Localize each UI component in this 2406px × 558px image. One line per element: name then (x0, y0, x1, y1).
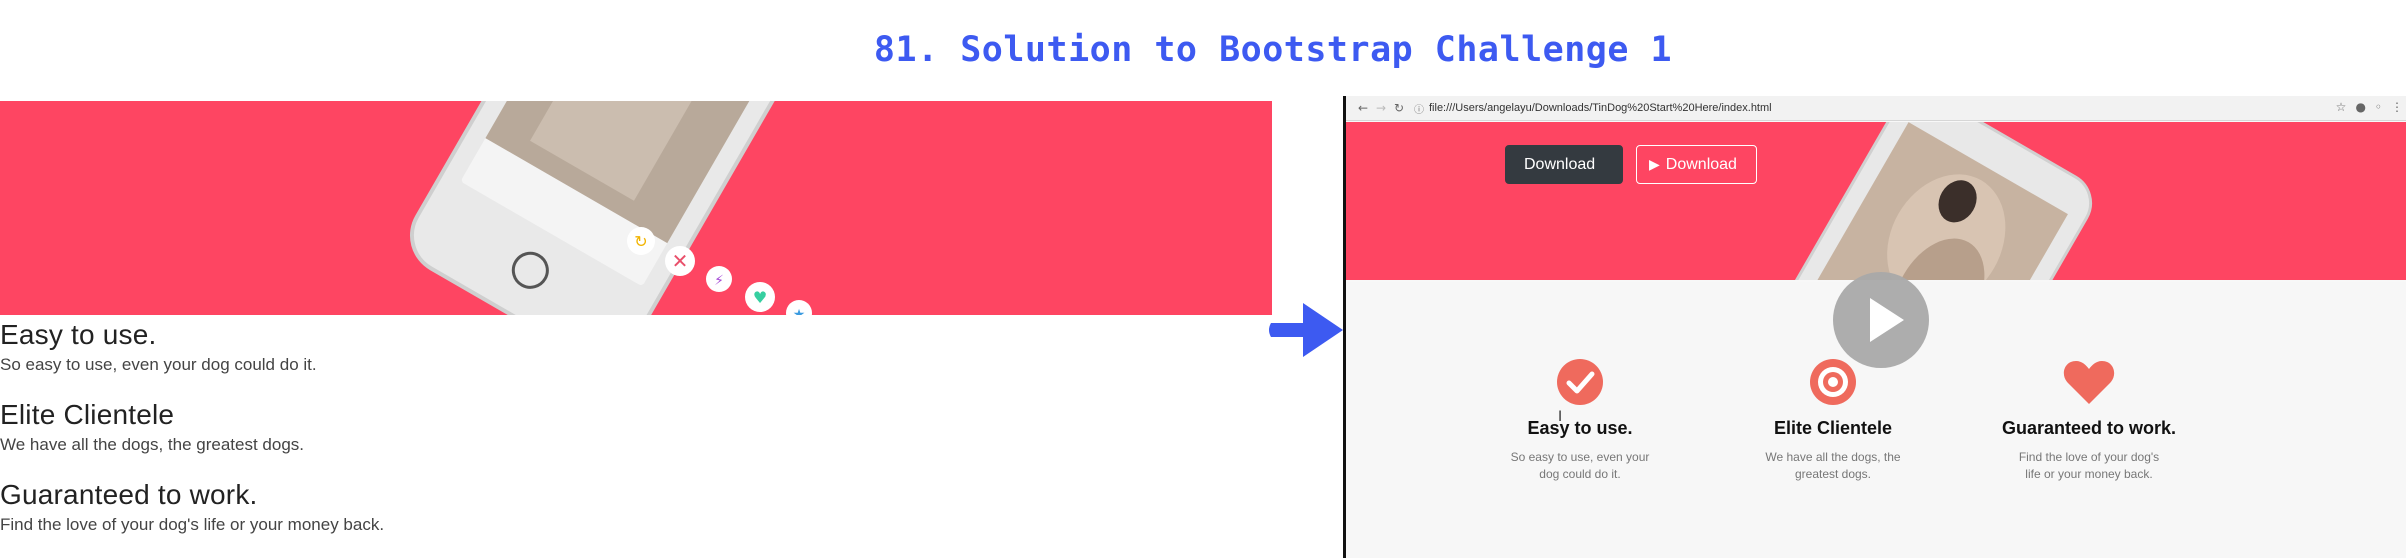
feature-title: Easy to use. (0, 319, 157, 350)
feature-title: Easy to use. (1527, 418, 1633, 438)
info-icon[interactable]: ⓘ (1414, 101, 1424, 116)
download-label: Download (1524, 155, 1596, 173)
feature-text: Find the love of your dog's life or your… (2018, 450, 2160, 481)
download-apple-button[interactable]: Download (1505, 145, 1623, 184)
before-screenshot: ↻ ✕ ⚡ ♥ ★ Easy to use. So easy to use, e… (0, 101, 1272, 558)
check-circle-icon (1557, 359, 1603, 405)
arrow-left-icon[interactable]: ← (1354, 101, 1372, 115)
feature-item: Elite Clientele We have all the dogs, th… (0, 397, 1272, 457)
star-icon[interactable]: ☆ (2336, 100, 2347, 114)
feature-item: Easy to use. So easy to use, even your d… (0, 317, 1272, 377)
extension-icon[interactable]: ● (2355, 100, 2365, 114)
feature-text: We have all the dogs, the greatest dogs. (1765, 450, 1901, 481)
browser-toolbar-icons: ☆ ● ◦ ⋮ (2336, 100, 2403, 114)
feature-column-guaranteed: Guaranteed to work. Find the love of you… (1989, 350, 2189, 483)
text-cursor-icon: I (1558, 409, 1563, 425)
download-label: Download (1665, 155, 1737, 173)
bullseye-icon (1810, 359, 1856, 405)
download-google-play-button[interactable]: ▶ Download (1636, 145, 1757, 184)
feature-title: Elite Clientele (0, 399, 175, 430)
url-text[interactable]: file:///Users/angelayu/Downloads/TinDog%… (1429, 102, 1772, 114)
svg-text:★: ★ (793, 307, 806, 315)
feature-text: So easy to use, even your dog could do i… (0, 355, 317, 374)
features-section-right: Easy to use. So easy to use, even your d… (1346, 272, 2406, 558)
feature-column-elite: Elite Clientele We have all the dogs, th… (1733, 350, 1933, 483)
feature-text: We have all the dogs, the greatest dogs. (0, 435, 304, 454)
feature-item: Guaranteed to work. Find the love of you… (0, 477, 1272, 537)
browser-address-bar: ← → ↻ ⓘ file:///Users/angelayu/Downloads… (1346, 96, 2406, 121)
menu-icon[interactable]: ⋮ (2391, 100, 2403, 114)
iphone-mockup-image: ↻ ✕ ⚡ ♥ ★ (409, 101, 833, 315)
svg-text:♥: ♥ (753, 288, 767, 307)
svg-text:⚡: ⚡ (714, 273, 724, 289)
after-screenshot: ← → ↻ ⓘ file:///Users/angelayu/Downloads… (1343, 96, 2406, 558)
feature-title: Guaranteed to work. (0, 479, 258, 510)
hero-section-left: ↻ ✕ ⚡ ♥ ★ (0, 101, 1272, 315)
svg-text:✕: ✕ (672, 249, 689, 273)
slide-title: 81. Solution to Bootstrap Challenge 1 (873, 30, 1673, 70)
hero-section-right: Download ▶ Download (1346, 122, 2406, 280)
feature-text: Find the love of your dog's life or your… (0, 515, 385, 534)
feature-title: Guaranteed to work. (2001, 418, 2177, 438)
extension-icon[interactable]: ◦ (2375, 100, 2382, 114)
feature-column-easy: Easy to use. So easy to use, even your d… (1480, 350, 1680, 483)
svg-text:↻: ↻ (634, 232, 647, 251)
feature-text: So easy to use, even your dog could do i… (1510, 450, 1650, 481)
feature-title: Elite Clientele (1773, 418, 1893, 438)
features-list-left: Easy to use. So easy to use, even your d… (0, 317, 1272, 557)
heart-icon (2063, 361, 2115, 404)
arrow-right-icon (1269, 303, 1343, 357)
google-play-icon: ▶ (1649, 156, 1660, 172)
reload-icon[interactable]: ↻ (1390, 101, 1408, 115)
arrow-right-icon[interactable]: → (1372, 101, 1390, 115)
